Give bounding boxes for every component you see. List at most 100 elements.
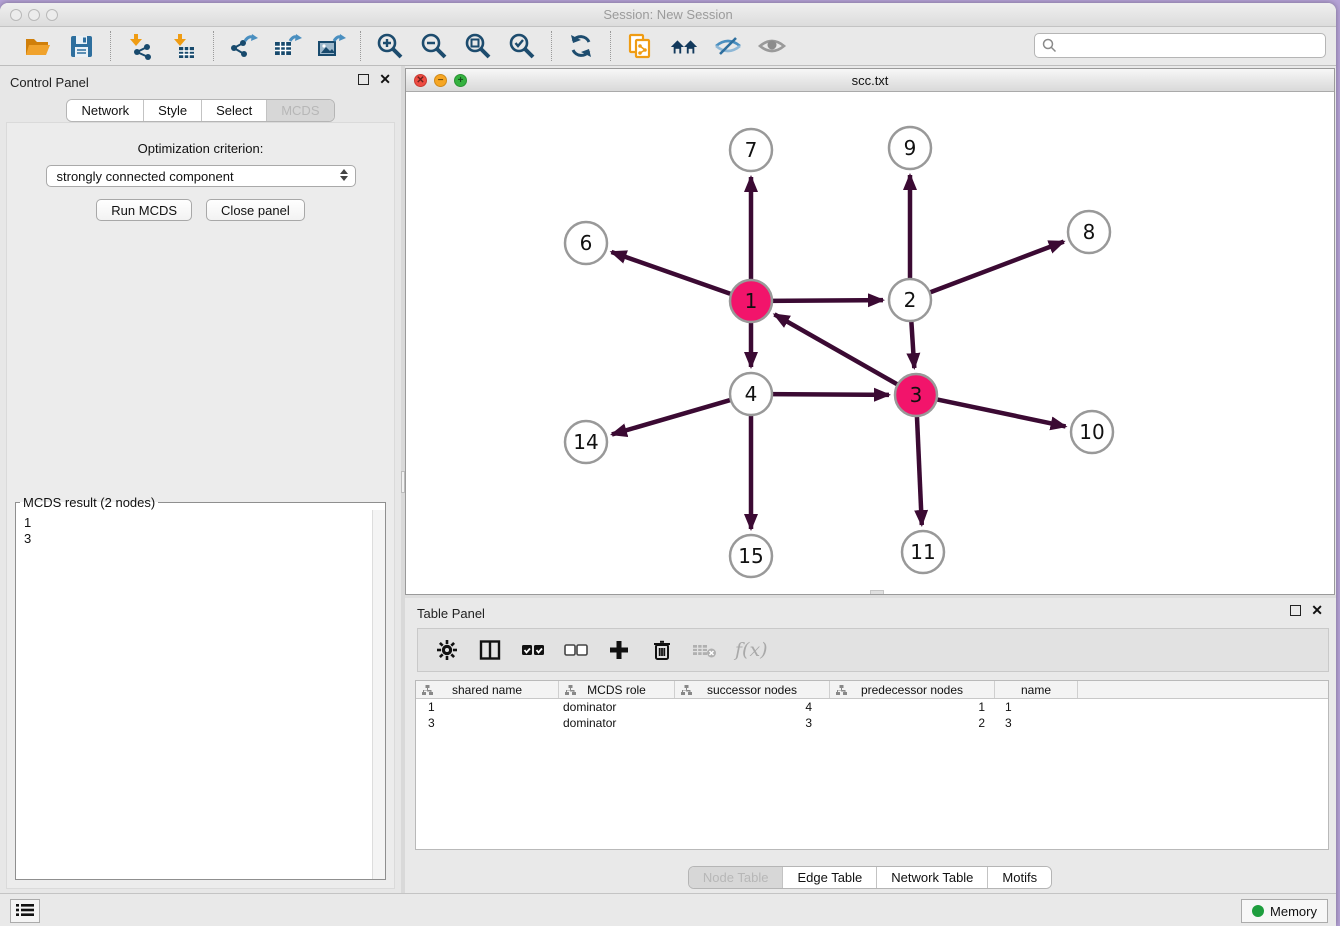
application-window: Session: New Session: [0, 3, 1336, 926]
mcds-result-line: 3: [24, 531, 371, 547]
zoom-out-icon[interactable]: [419, 31, 449, 61]
memory-label: Memory: [1270, 904, 1317, 919]
table-cell: 4: [675, 699, 830, 715]
column-header-label: name: [1021, 683, 1051, 697]
graph-node-label-14: 14: [573, 430, 598, 454]
show-graphics-details-icon[interactable]: [757, 31, 787, 61]
criterion-selected-value: strongly connected component: [57, 169, 234, 184]
export-table-icon[interactable]: [272, 31, 302, 61]
column-header-shared-name[interactable]: shared name: [416, 681, 559, 698]
column-layout-icon[interactable]: [477, 637, 503, 663]
select-stepper-icon: [340, 169, 348, 181]
graph-node-label-3: 3: [910, 383, 923, 407]
criterion-select[interactable]: strongly connected component: [46, 165, 356, 187]
graph-edge-1-2[interactable]: [770, 300, 883, 301]
graph-edge-1-6[interactable]: [611, 252, 733, 295]
graph-edge-3-11[interactable]: [917, 414, 922, 525]
table-tab-node-table[interactable]: Node Table: [689, 867, 784, 888]
add-row-icon[interactable]: [606, 637, 632, 663]
tab-select[interactable]: Select: [202, 100, 267, 121]
tab-network[interactable]: Network: [67, 100, 144, 121]
export-image-icon[interactable]: [316, 31, 346, 61]
open-file-icon[interactable]: [22, 31, 52, 61]
table-cell: dominator: [559, 715, 675, 731]
graph-node-label-6: 6: [580, 231, 593, 255]
status-bar: Memory: [0, 893, 1336, 926]
graph-edge-4-14[interactable]: [612, 399, 733, 434]
column-header-predecessor-nodes[interactable]: predecessor nodes: [830, 681, 995, 698]
graph-edge-3-10[interactable]: [935, 399, 1066, 427]
column-header-MCDS-role[interactable]: MCDS role: [559, 681, 675, 698]
graph-node-label-2: 2: [904, 288, 917, 312]
column-header-label: predecessor nodes: [861, 683, 963, 697]
graph-node-label-10: 10: [1079, 420, 1104, 444]
save-session-icon[interactable]: [66, 31, 96, 61]
table-row[interactable]: 3dominator323: [416, 715, 1328, 731]
table-cell: 1: [416, 699, 559, 715]
table-header-row: shared nameMCDS rolesuccessor nodes prede…: [416, 681, 1328, 699]
mcds-result-title: MCDS result (2 nodes): [20, 495, 158, 510]
memory-button[interactable]: Memory: [1241, 899, 1328, 923]
table-panel-title: Table Panel: [417, 606, 485, 621]
select-all-columns-icon[interactable]: [520, 637, 546, 663]
result-scrollbar[interactable]: [372, 510, 385, 879]
network-window-title: scc.txt: [406, 73, 1334, 88]
search-icon: [1042, 38, 1057, 56]
delete-rows-icon[interactable]: [649, 637, 675, 663]
graph-edge-2-8[interactable]: [928, 242, 1064, 294]
graph-node-label-1: 1: [745, 289, 758, 313]
float-panel-icon[interactable]: [358, 74, 369, 85]
deselect-all-columns-icon[interactable]: [563, 637, 589, 663]
column-header-name[interactable]: name: [995, 681, 1078, 698]
graph-node-label-11: 11: [910, 540, 935, 564]
table-tab-edge-table[interactable]: Edge Table: [783, 867, 877, 888]
network-window-titlebar: ✕ − + scc.txt: [406, 69, 1334, 92]
network-canvas[interactable]: 7968124314101511: [406, 92, 1334, 594]
function-builder-icon: f(x): [735, 639, 768, 661]
export-network-icon[interactable]: [228, 31, 258, 61]
table-row[interactable]: 1dominator411: [416, 699, 1328, 715]
refresh-icon[interactable]: [566, 31, 596, 61]
table-panel: Table Panel ✕: [405, 598, 1335, 893]
new-network-from-selection-icon[interactable]: [625, 31, 655, 61]
search-field-wrap: [1034, 33, 1326, 58]
optimization-criterion-label: Optimization criterion:: [7, 141, 394, 156]
network-resize-grip[interactable]: [870, 590, 884, 594]
close-panel-icon[interactable]: ✕: [379, 74, 391, 85]
zoom-in-icon[interactable]: [375, 31, 405, 61]
graph-edge-4-3[interactable]: [770, 394, 889, 395]
settings-gear-icon[interactable]: [434, 637, 460, 663]
tab-style[interactable]: Style: [144, 100, 202, 121]
table-cell: 1: [830, 699, 995, 715]
table-tab-network-table[interactable]: Network Table: [877, 867, 988, 888]
hide-graphics-details-icon[interactable]: [713, 31, 743, 61]
close-panel-button[interactable]: Close panel: [206, 199, 305, 221]
mcds-result-line: 1: [24, 515, 371, 531]
table-cell: 1: [995, 699, 1078, 715]
zoom-fit-icon[interactable]: [463, 31, 493, 61]
main-toolbar: [0, 27, 1336, 66]
graph-node-label-8: 8: [1083, 220, 1096, 244]
graph-edge-3-1[interactable]: [774, 314, 899, 385]
import-network-icon[interactable]: [125, 31, 155, 61]
table-cell: 3: [416, 715, 559, 731]
import-table-icon[interactable]: [169, 31, 199, 61]
task-history-button[interactable]: [10, 899, 40, 923]
zoom-selected-icon[interactable]: [507, 31, 537, 61]
mcds-result-box: MCDS result (2 nodes) 13: [15, 495, 386, 880]
home-icon[interactable]: [669, 31, 699, 61]
close-table-panel-icon[interactable]: ✕: [1311, 605, 1323, 616]
search-input[interactable]: [1034, 33, 1326, 58]
graph-node-label-15: 15: [738, 544, 763, 568]
graph-edge-2-3[interactable]: [911, 319, 914, 368]
tab-mcds[interactable]: MCDS: [267, 100, 333, 121]
table-cell: 3: [675, 715, 830, 731]
column-header-successor-nodes[interactable]: successor nodes: [675, 681, 830, 698]
float-table-panel-icon[interactable]: [1290, 605, 1301, 616]
graph-node-label-4: 4: [745, 382, 758, 406]
control-panel: Control Panel ✕ NetworkStyleSelectMCDS O…: [0, 66, 401, 893]
mcds-result-list: 13: [17, 512, 371, 878]
table-cell: 3: [995, 715, 1078, 731]
table-tab-motifs[interactable]: Motifs: [988, 867, 1051, 888]
run-mcds-button[interactable]: Run MCDS: [96, 199, 192, 221]
